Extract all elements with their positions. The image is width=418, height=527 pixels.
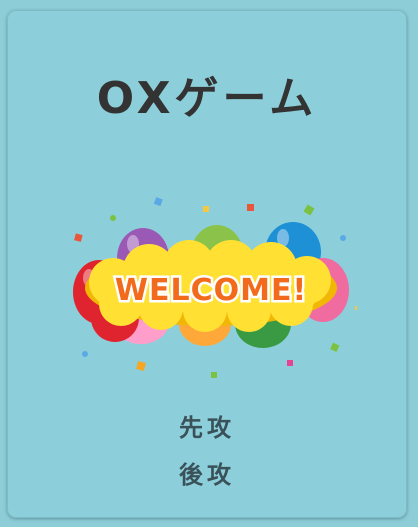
welcome-balloons-icon: WELCOME! xyxy=(73,197,357,378)
page-title: OXゲーム xyxy=(96,73,318,124)
game-card: OXゲーム WELCOME! 先攻 後攻 xyxy=(7,10,407,518)
banner-text: WELCOME! xyxy=(115,273,307,308)
second-move-button[interactable]: 後攻 xyxy=(7,455,407,490)
first-move-button[interactable]: 先攻 xyxy=(7,408,407,443)
